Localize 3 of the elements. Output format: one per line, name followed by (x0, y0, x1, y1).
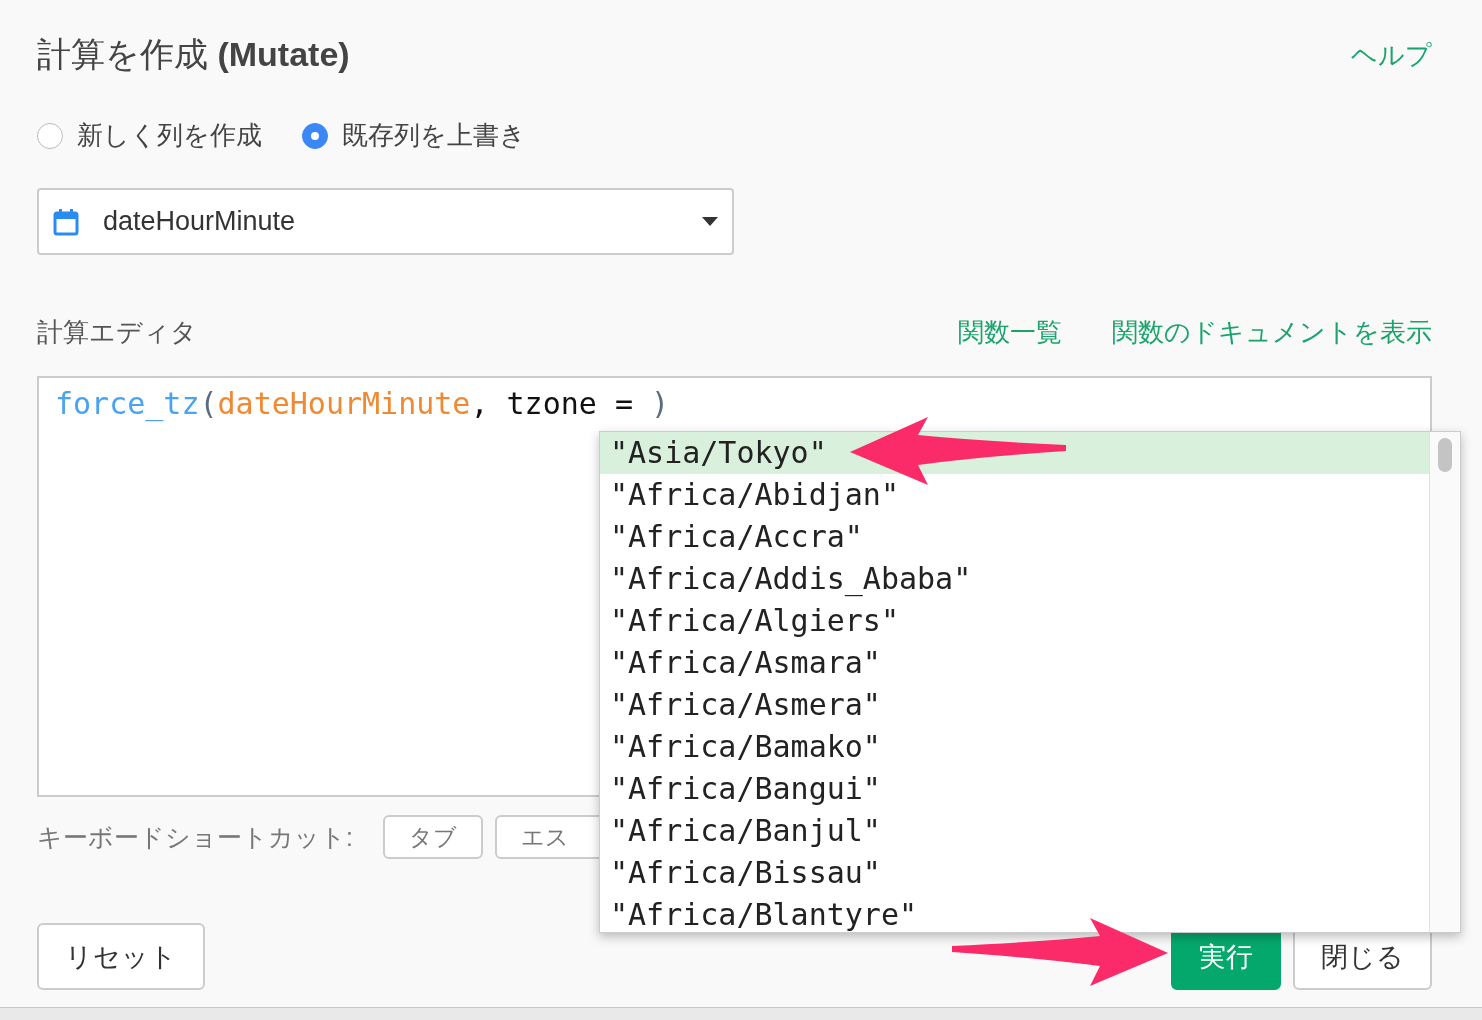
shortcut-label: キーボードショートカット: (37, 821, 353, 853)
editor-label: 計算エディタ (37, 316, 197, 349)
dialog-title: 計算を作成 (Mutate) (37, 34, 350, 75)
